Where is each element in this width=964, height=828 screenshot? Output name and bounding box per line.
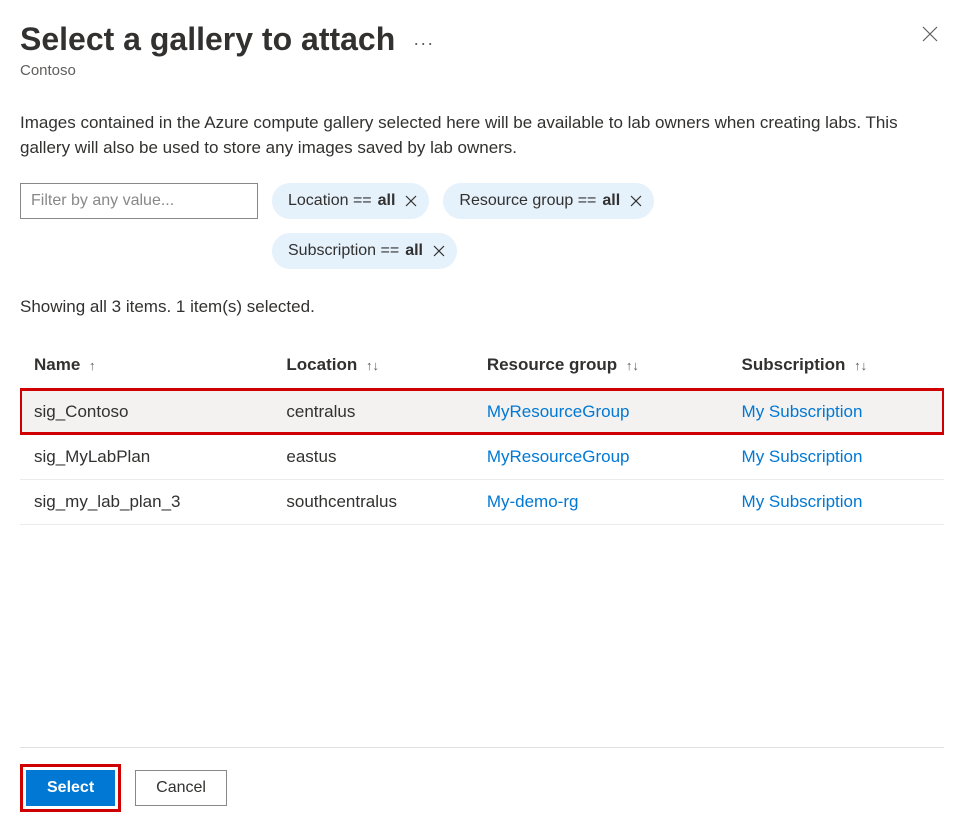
col-header-label: Name bbox=[34, 355, 80, 374]
cell-resource-group[interactable]: MyResourceGroup bbox=[473, 389, 728, 434]
clear-filter-icon[interactable] bbox=[433, 245, 445, 257]
cell-resource-group[interactable]: MyResourceGroup bbox=[473, 434, 728, 479]
cell-resource-group[interactable]: My-demo-rg bbox=[473, 479, 728, 524]
more-icon[interactable]: ··· bbox=[409, 29, 438, 58]
filter-pill-value: all bbox=[602, 192, 620, 210]
filter-pill-value: all bbox=[405, 242, 423, 260]
gallery-table: Name ↑ Location ↑↓ Resource group ↑↓ Sub… bbox=[20, 341, 944, 525]
filter-pill-label: Subscription == bbox=[288, 242, 399, 260]
col-header-label: Resource group bbox=[487, 355, 617, 374]
col-header-name[interactable]: Name ↑ bbox=[20, 341, 272, 390]
cell-location: eastus bbox=[272, 434, 472, 479]
intro-text: Images contained in the Azure compute ga… bbox=[20, 111, 940, 160]
page-subtitle: Contoso bbox=[20, 62, 438, 79]
cell-location: centralus bbox=[272, 389, 472, 434]
table-row[interactable]: sig_MyLabPlaneastusMyResourceGroupMy Sub… bbox=[20, 434, 944, 479]
cancel-button[interactable]: Cancel bbox=[135, 770, 227, 806]
clear-filter-icon[interactable] bbox=[630, 195, 642, 207]
filter-pill-resource-group[interactable]: Resource group == all bbox=[443, 183, 654, 219]
cell-subscription[interactable]: My Subscription bbox=[728, 434, 944, 479]
close-icon[interactable] bbox=[922, 20, 944, 46]
col-header-label: Location bbox=[286, 355, 357, 374]
sort-icon: ↑↓ bbox=[626, 358, 639, 373]
col-header-location[interactable]: Location ↑↓ bbox=[272, 341, 472, 390]
sort-icon: ↑↓ bbox=[366, 358, 379, 373]
cell-subscription[interactable]: My Subscription bbox=[728, 389, 944, 434]
filter-bar: Location == all Resource group == all Su… bbox=[20, 183, 944, 269]
footer-bar: Select Cancel bbox=[20, 747, 944, 828]
status-text: Showing all 3 items. 1 item(s) selected. bbox=[20, 297, 944, 317]
clear-filter-icon[interactable] bbox=[405, 195, 417, 207]
filter-pill-label: Resource group == bbox=[459, 192, 596, 210]
table-row[interactable]: sig_my_lab_plan_3southcentralusMy-demo-r… bbox=[20, 479, 944, 524]
cell-subscription[interactable]: My Subscription bbox=[728, 479, 944, 524]
col-header-label: Subscription bbox=[742, 355, 846, 374]
cell-location: southcentralus bbox=[272, 479, 472, 524]
select-button[interactable]: Select bbox=[26, 770, 115, 806]
filter-pill-location[interactable]: Location == all bbox=[272, 183, 429, 219]
col-header-subscription[interactable]: Subscription ↑↓ bbox=[728, 341, 944, 390]
cell-name: sig_MyLabPlan bbox=[20, 434, 272, 479]
sort-asc-icon: ↑ bbox=[89, 358, 96, 373]
select-button-highlight: Select bbox=[20, 764, 121, 812]
cell-name: sig_my_lab_plan_3 bbox=[20, 479, 272, 524]
col-header-resource-group[interactable]: Resource group ↑↓ bbox=[473, 341, 728, 390]
filter-input[interactable] bbox=[20, 183, 258, 219]
sort-icon: ↑↓ bbox=[854, 358, 867, 373]
filter-pill-subscription[interactable]: Subscription == all bbox=[272, 233, 457, 269]
page-title: Select a gallery to attach bbox=[20, 20, 395, 58]
filter-pill-label: Location == bbox=[288, 192, 372, 210]
table-row[interactable]: sig_ContosocentralusMyResourceGroupMy Su… bbox=[20, 389, 944, 434]
filter-pill-value: all bbox=[378, 192, 396, 210]
cell-name: sig_Contoso bbox=[20, 389, 272, 434]
